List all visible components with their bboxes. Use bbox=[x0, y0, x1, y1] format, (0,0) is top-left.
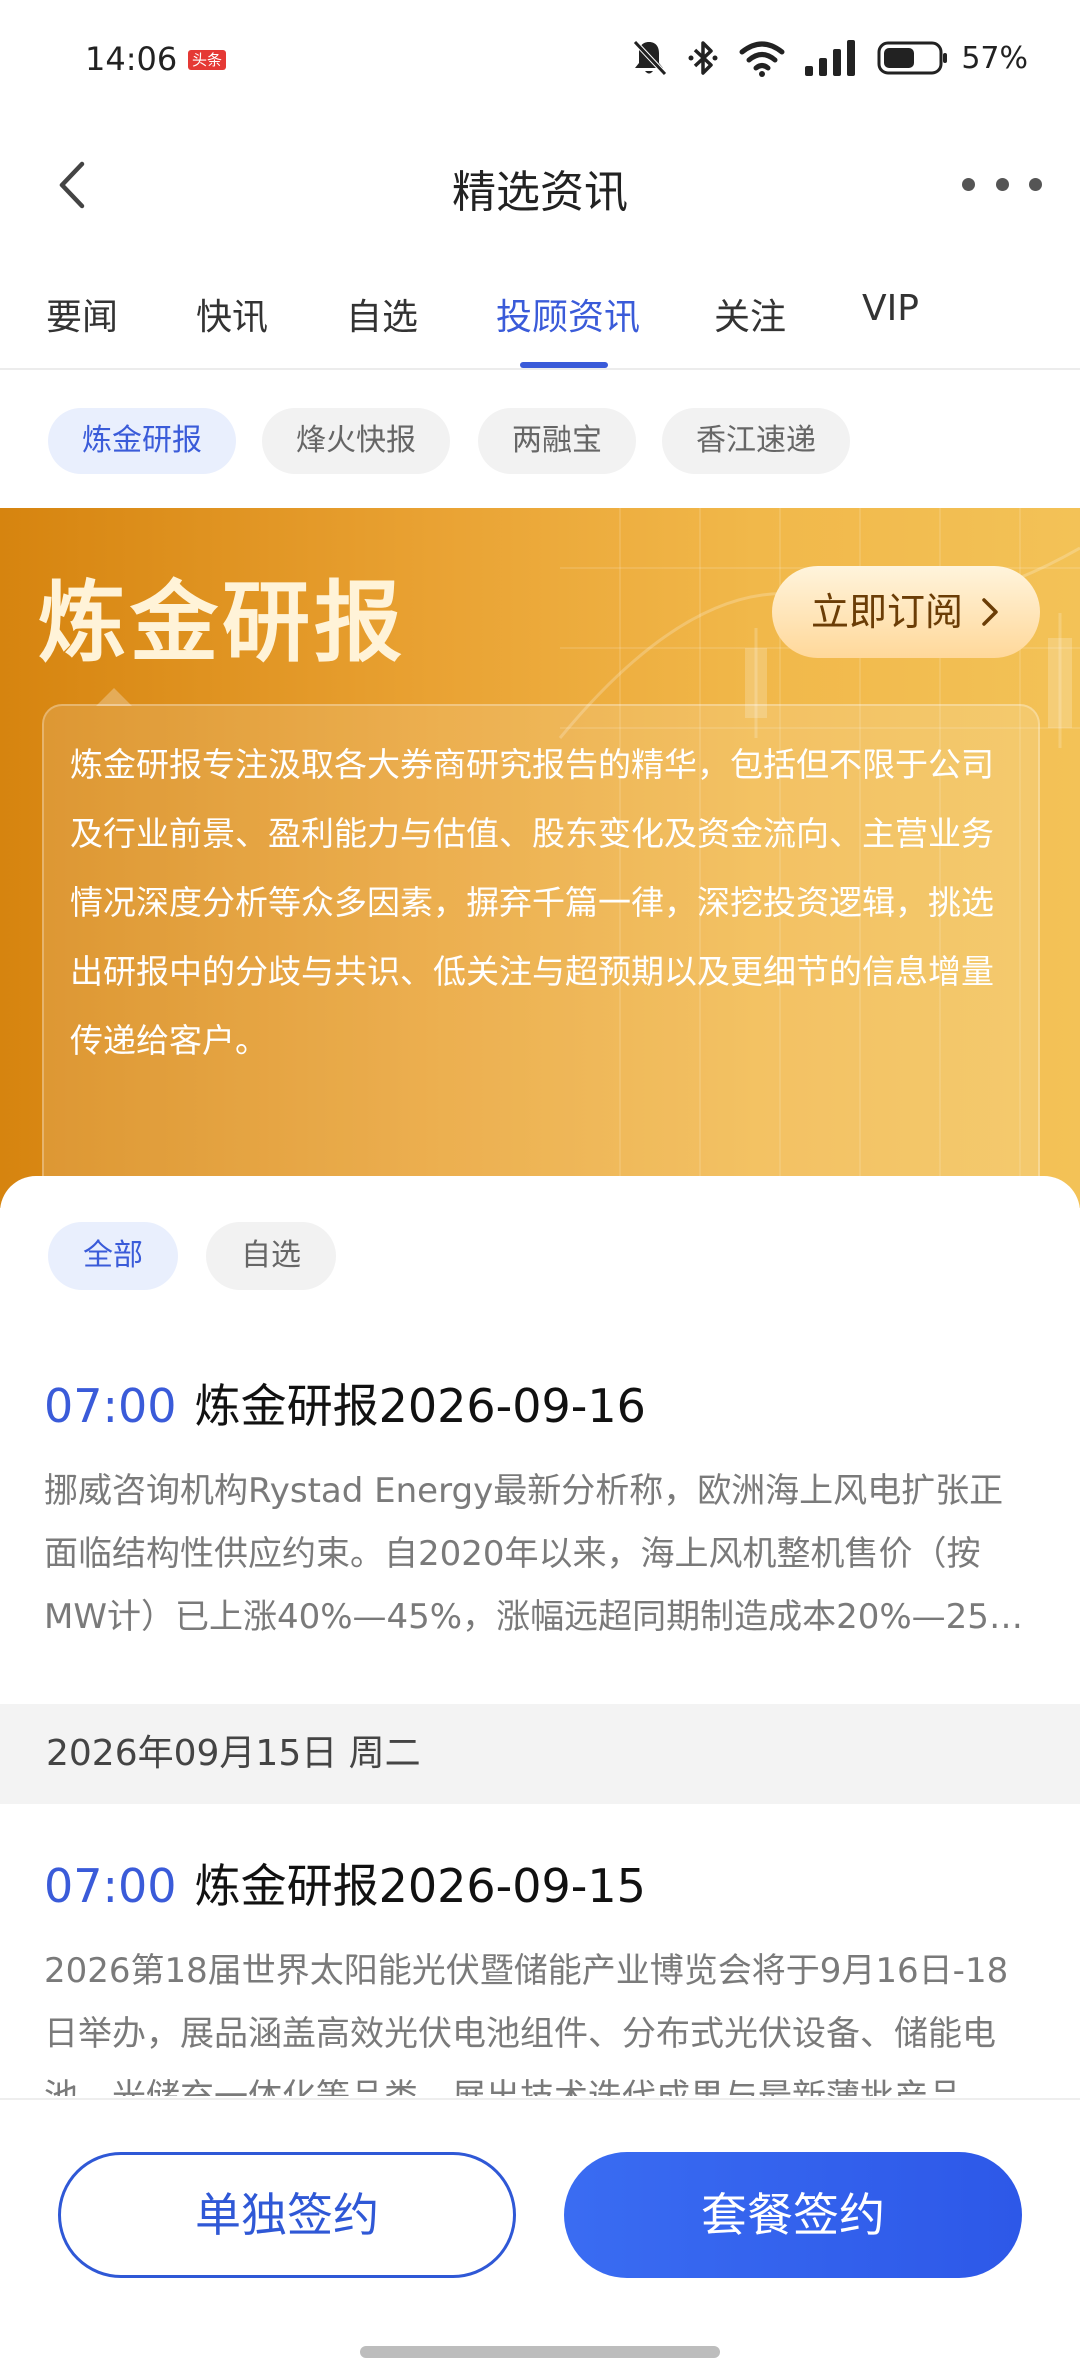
chip-hk-express[interactable]: 香江速递 bbox=[662, 408, 850, 474]
nav-bar: 精选资讯 bbox=[0, 130, 1080, 240]
battery-icon bbox=[877, 41, 948, 75]
bell-muted-icon bbox=[633, 40, 668, 76]
banner-description: 炼金研报专注汲取各大券商研究报告的精华，包括但不限于公司及行业前景、盈利能力与估… bbox=[70, 745, 994, 1060]
more-dots-icon[interactable] bbox=[962, 164, 1042, 204]
status-time: 14:06 bbox=[85, 40, 178, 78]
tab-watchlist[interactable]: 自选 bbox=[346, 288, 418, 340]
chip-lianjin-report[interactable]: 炼金研报 bbox=[48, 408, 236, 474]
news-list-panel: 全部 自选 07:00 炼金研报2026-09-16 挪威咨询机构Rystad E… bbox=[0, 1176, 1080, 2096]
tab-flash[interactable]: 快讯 bbox=[196, 288, 268, 340]
active-tab-indicator bbox=[520, 362, 608, 368]
signal-icon bbox=[805, 40, 856, 76]
news-time: 07:00 bbox=[44, 1379, 177, 1433]
news-heading: 07:00 炼金研报2026-09-15 bbox=[44, 1850, 1034, 1916]
status-bar: 14:06 头条 57% bbox=[0, 0, 1080, 120]
banner-title: 炼金研报 bbox=[38, 571, 407, 674]
bluetooth-icon bbox=[688, 41, 718, 75]
single-sign-button[interactable]: 单独签约 bbox=[58, 2152, 516, 2278]
date-separator: 2026年09月15日 周二 bbox=[0, 1704, 1080, 1804]
chip-fenghuo-flash[interactable]: 烽火快报 bbox=[262, 408, 450, 474]
chip-margin-treasure[interactable]: 两融宝 bbox=[478, 408, 636, 474]
news-summary: 挪威咨询机构Rystad Energy最新分析称，欧洲海上风电扩张正面临结构性供… bbox=[44, 1471, 1022, 1637]
bottom-action-bar: 单独签约 套餐签约 bbox=[0, 2098, 1080, 2374]
tab-vip[interactable]: VIP bbox=[862, 288, 919, 329]
news-time: 07:00 bbox=[44, 1859, 177, 1913]
news-summary: 2026第18届世界太阳能光伏暨储能产业博览会将于9月16日-18日举办，展品涵… bbox=[44, 1951, 1009, 2096]
news-title: 炼金研报2026-09-15 bbox=[194, 1859, 646, 1913]
tab-advisor-news[interactable]: 投顾资讯 bbox=[496, 288, 640, 340]
status-app-badge: 头条 bbox=[188, 50, 227, 70]
tab-follow[interactable]: 关注 bbox=[714, 288, 786, 340]
wifi-icon bbox=[739, 41, 785, 77]
report-banner: 炼金研报 立即订阅 炼金研报专注汲取各大券商研究报告的精华，包括但不限于公司及行… bbox=[0, 508, 1080, 1208]
status-icons: 57% bbox=[631, 36, 1028, 80]
package-sign-button[interactable]: 套餐签约 bbox=[564, 2152, 1022, 2278]
news-item[interactable]: 07:00 炼金研报2026-09-15 2026第18届世界太阳能光伏暨储能产业… bbox=[44, 1850, 1034, 2096]
subscribe-button[interactable]: 立即订阅 bbox=[772, 566, 1040, 658]
page-title: 精选资讯 bbox=[452, 167, 628, 218]
news-heading: 07:00 炼金研报2026-09-16 bbox=[44, 1370, 1034, 1436]
home-indicator[interactable] bbox=[360, 2346, 720, 2358]
filter-all[interactable]: 全部 bbox=[48, 1222, 178, 1290]
battery-percentage: 57% bbox=[961, 40, 1028, 76]
tab-headlines[interactable]: 要闻 bbox=[46, 288, 118, 340]
tab-bar: 要闻 快讯 自选 投顾资讯 关注 VIP bbox=[0, 270, 1080, 370]
subscribe-label: 立即订阅 bbox=[810, 590, 963, 634]
chevron-right-icon bbox=[982, 598, 998, 626]
news-item[interactable]: 07:00 炼金研报2026-09-16 挪威咨询机构Rystad Energy最… bbox=[44, 1370, 1034, 1649]
filter-watchlist[interactable]: 自选 bbox=[206, 1222, 336, 1290]
news-title: 炼金研报2026-09-16 bbox=[194, 1379, 646, 1433]
